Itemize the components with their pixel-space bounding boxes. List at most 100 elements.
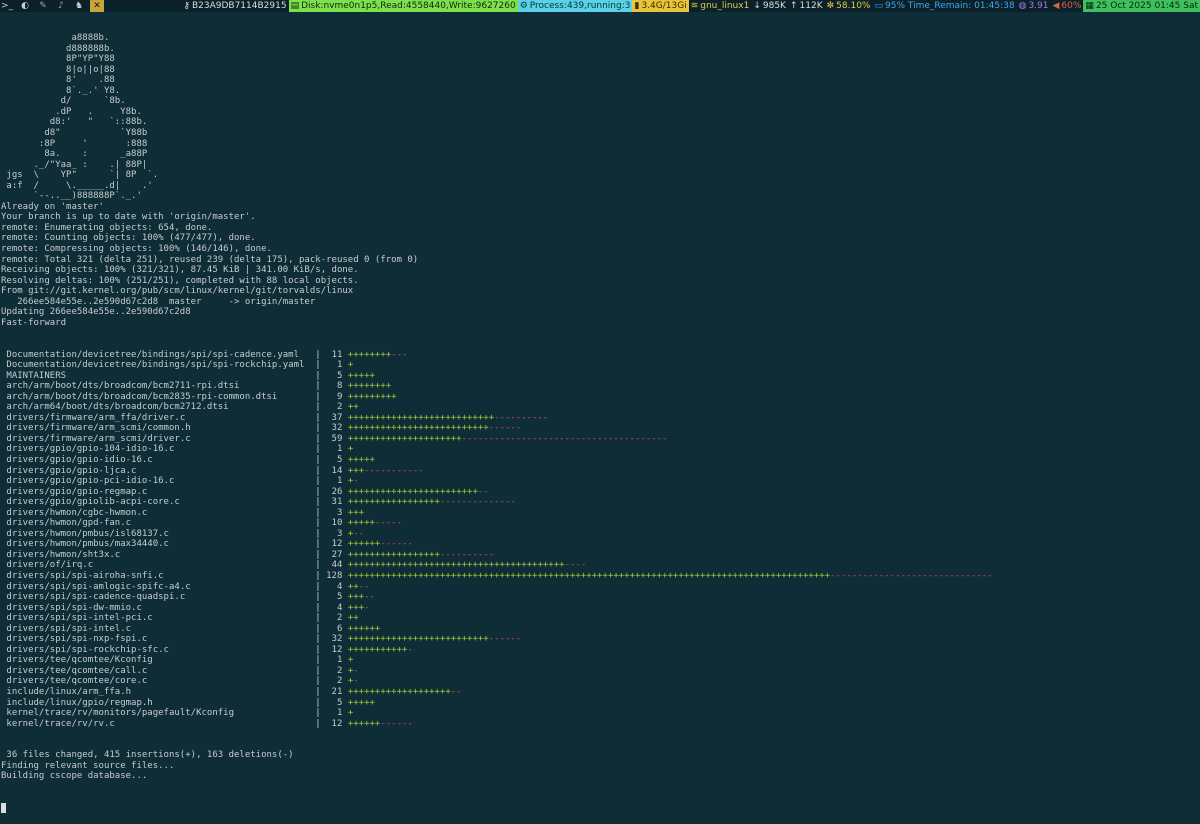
- diffstat-count: 26: [331, 486, 343, 497]
- terminal-line: .dP . Y8b.: [1, 106, 142, 117]
- diffstat-deletions: --------------: [439, 497, 516, 508]
- terminal-output[interactable]: a8888b. d888888b. 8P"YP"Y88 8|o||o|88 8'…: [1, 12, 1199, 824]
- diffstat-file: drivers/firmware/arm_scmi/common.h: [6, 423, 191, 434]
- terminal-line: a8888b.: [1, 33, 110, 44]
- diffstat-separator: |: [315, 486, 327, 497]
- diffstat-separator: |: [315, 549, 327, 560]
- workspace-button-5[interactable]: ♞: [72, 0, 86, 12]
- workspace-button-2[interactable]: ◐: [18, 0, 32, 12]
- diffstat-separator: |: [315, 539, 327, 550]
- diffstat-deletions: --: [450, 687, 462, 697]
- diffstat-insertions: ++: [347, 402, 359, 413]
- diffstat-row: drivers/hwmon/pmbus/isl68137.c | 3 +--: [1, 529, 1199, 540]
- diffstat-file: drivers/spi/spi-rockchip-sfc.c: [6, 644, 169, 655]
- status-text: Process:439,running:3: [529, 1, 631, 11]
- terminal-line: remote: Counting objects: 100% (477/477)…: [1, 233, 256, 244]
- status-icon: ▭: [874, 1, 883, 11]
- diffstat-row: drivers/spi/spi-rockchip-sfc.c | 12 ++++…: [1, 645, 1199, 656]
- diffstat-file: arch/arm/boot/dts/broadcom/bcm2835-rpi-c…: [6, 391, 278, 402]
- diffstat-file: drivers/gpio/gpio-ljca.c: [6, 465, 137, 476]
- diffstat-file: drivers/tee/qcomtee/call.c: [6, 665, 148, 676]
- workspace-switcher: >_ ◐ ✎ ♪ ♞ ✕: [0, 0, 108, 12]
- diffstat-count-padding: [326, 592, 337, 602]
- diffstat-separator: |: [315, 581, 327, 592]
- diffstat-insertions: ++++++++++++++++++++++++++++++++++++++++: [347, 560, 565, 571]
- status-text: 60%: [1061, 1, 1082, 11]
- status-segment: ✼ 58.10%: [824, 0, 873, 12]
- diffstat-file: drivers/hwmon/gpd-fan.c: [6, 518, 132, 529]
- diffstat-padding: [136, 466, 315, 476]
- diffstat-count: 10: [331, 518, 343, 529]
- diffstat-count: 37: [331, 412, 343, 423]
- diffstat-insertions: ++: [347, 581, 359, 592]
- workspace-button-4[interactable]: ♪: [54, 0, 68, 12]
- diffstat-count-padding: [326, 698, 337, 708]
- diffstat-deletions: ---: [391, 349, 408, 360]
- diffstat-insertions: ++++++++: [347, 381, 392, 392]
- diffstat-padding: [147, 508, 315, 518]
- diffstat-deletions: -: [353, 476, 359, 487]
- terminal-line: d8:' " `::88b.: [1, 117, 148, 128]
- diffstat-deletions: --: [477, 486, 489, 497]
- status-icon: ✼: [826, 1, 835, 11]
- workspace-button-3[interactable]: ✎: [36, 0, 50, 12]
- diffstat-padding: [234, 708, 315, 718]
- diffstat-padding: [153, 455, 316, 465]
- diffstat-insertions: +++++++++++: [347, 644, 408, 655]
- diffstat-deletions: -: [407, 644, 413, 655]
- diffstat-count-padding: [326, 455, 337, 465]
- terminal-line: a:f / \._____.d| .': [1, 180, 153, 191]
- diffstat-insertions: ++++++++: [347, 349, 392, 360]
- diffstat-separator: |: [315, 381, 327, 392]
- terminal-line: `--..__)888888P`._.': [1, 191, 142, 202]
- diffstat-padding: [277, 392, 315, 402]
- diffstat-separator: |: [315, 718, 327, 729]
- diffstat-separator: |: [315, 676, 327, 687]
- diffstat-separator: |: [315, 402, 327, 413]
- diffstat-separator: |: [315, 602, 327, 613]
- terminal-line: Updating 266ee584e55e..2e590d67c2d8: [1, 307, 191, 318]
- diffstat-insertions: ++++++++++++++++++++++++++: [347, 634, 489, 645]
- workspace-button-6[interactable]: ✕: [90, 0, 104, 12]
- diffstat-separator: |: [315, 623, 327, 634]
- diffstat-padding: [185, 413, 315, 423]
- diffstat-file: drivers/spi/spi-airoha-snfi.c: [6, 570, 164, 581]
- terminal-line: jgs \ YP" `| 8P `.: [1, 170, 159, 181]
- status-icon: ≋: [690, 1, 699, 11]
- diffstat-file: drivers/spi/spi-dw-mmio.c: [6, 602, 142, 613]
- diffstat-separator: |: [315, 708, 327, 719]
- terminal-line: Resolving deltas: 100% (251/251), comple…: [1, 275, 359, 286]
- terminal-prompt-line[interactable]: [1, 803, 1199, 814]
- diffstat-file: drivers/spi/spi-cadence-quadspi.c: [6, 592, 186, 603]
- diffstat-row: arch/arm/boot/dts/broadcom/bcm2835-rpi-c…: [1, 392, 1199, 403]
- terminal-cursor: [1, 803, 6, 814]
- status-text: gnu_linux1: [700, 1, 750, 11]
- status-segment: ≋ gnu_linux1: [688, 0, 752, 12]
- status-text: 58.10%: [836, 1, 871, 11]
- status-segment: ↑ 112K: [787, 0, 825, 12]
- diffstat-row: drivers/spi/spi-airoha-snfi.c | 128 ++++…: [1, 571, 1199, 582]
- diffstat-separator: |: [315, 349, 327, 360]
- diffstat-insertions: +++++++++++++++++: [347, 549, 440, 560]
- diffstat-file: kernel/trace/rv/monitors/pagefault/Kconf…: [6, 708, 234, 719]
- diffstat-file: arch/arm/boot/dts/broadcom/bcm2711-rpi.d…: [6, 381, 240, 392]
- diffstat-insertions: ++++++: [347, 718, 381, 729]
- git-diffstat: Documentation/devicetree/bindings/spi/sp…: [1, 350, 1199, 730]
- status-text: B23A9DB7114B2915: [191, 1, 287, 11]
- diffstat-count-padding: [326, 666, 337, 676]
- status-icon: ▤: [290, 1, 300, 11]
- diffstat-row: drivers/spi/spi-intel.c | 6 ++++++: [1, 624, 1199, 635]
- diffstat-count-padding: [326, 360, 337, 370]
- terminal-line: Fast-forward: [1, 317, 67, 328]
- diffstat-row: Documentation/devicetree/bindings/spi/sp…: [1, 350, 1199, 361]
- diffstat-row: include/linux/gpio/regmap.h | 5 +++++: [1, 698, 1199, 709]
- terminal-line: d/ `8b.: [1, 96, 126, 107]
- diffstat-count-padding: [326, 476, 337, 486]
- diffstat-row: drivers/spi/spi-intel-pci.c | 2 ++: [1, 613, 1199, 624]
- diffstat-deletions: ------: [380, 718, 413, 729]
- diffstat-deletions: -: [364, 602, 370, 613]
- diffstat-file: drivers/gpio/gpio-regmap.c: [6, 486, 148, 497]
- diffstat-count-padding: [326, 381, 337, 391]
- workspace-button-1[interactable]: >_: [0, 0, 14, 12]
- diffstat-file: drivers/hwmon/pmbus/isl68137.c: [6, 528, 169, 539]
